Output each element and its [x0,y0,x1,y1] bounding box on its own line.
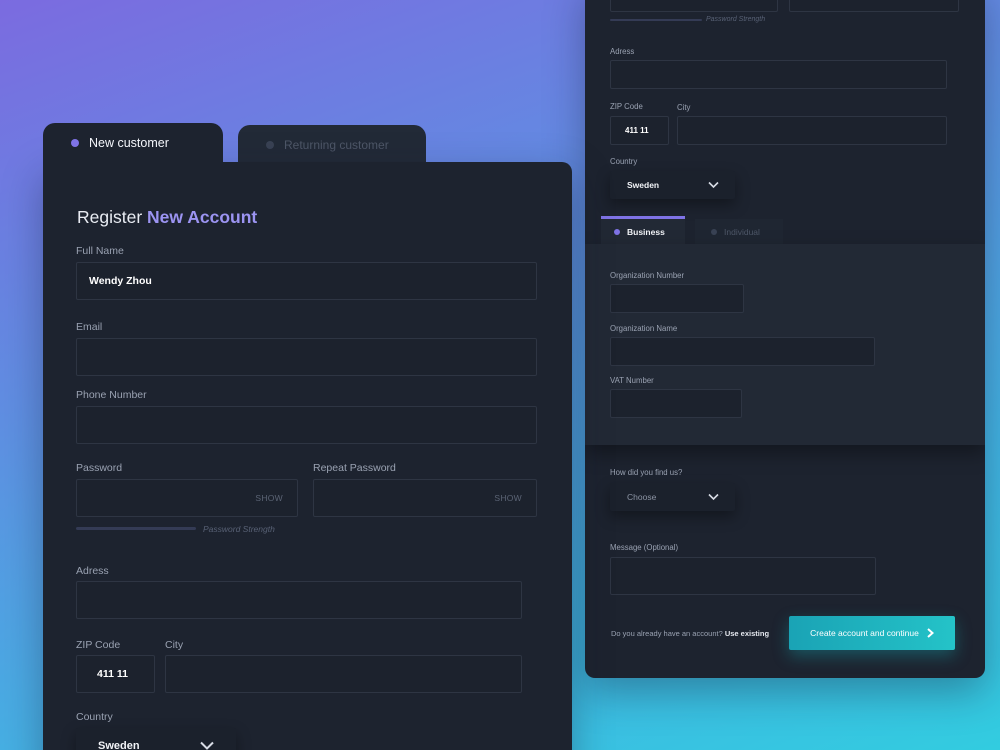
phone-input[interactable] [76,406,537,444]
tab-indicator-dot [614,228,620,235]
repeat-password-label: Repeat Password [313,462,396,474]
zip-value: 411 11 [97,668,128,680]
find-us-select[interactable]: Choose [610,483,735,511]
password-strength-label: Password Strength [203,524,275,534]
repeat-password-input[interactable]: SHOW [313,479,537,517]
create-account-label: Create account and continue [810,628,919,638]
address-label: Adress [76,565,109,577]
zip-input[interactable]: 411 11 [610,116,669,145]
tab-new-customer[interactable]: New customer [43,123,223,183]
password-strength-label: Password Strength [706,16,766,23]
chevron-down-icon [708,181,719,189]
password-strength-bar [610,19,702,21]
org-number-label: Organization Number [610,271,685,280]
country-select[interactable]: Sweden [76,728,236,750]
tab-business-label: Business [627,226,665,237]
vat-label: VAT Number [610,376,654,385]
tab-business[interactable]: Business [601,216,685,244]
tab-indicator-dot [266,141,274,149]
password-show-toggle[interactable]: SHOW [255,493,283,503]
city-label: City [165,639,184,651]
find-us-label: How did you find us? [610,468,683,477]
full-name-label: Full Name [76,245,124,257]
chevron-down-icon [200,741,214,750]
tab-indicator-dot [71,139,79,147]
chevron-right-icon [927,628,934,638]
password-label: Password [76,462,123,474]
country-label: Country [610,157,638,166]
message-label: Message (Optional) [610,543,679,552]
zip-input[interactable]: 411 11 [76,655,155,693]
continued-form-card: Password Strength Adress ZIP Code 411 11… [585,0,985,678]
title-prefix: Register [77,207,143,227]
password-strength-bar [76,527,196,530]
title-accent: New Account [147,207,258,227]
zip-value: 411 11 [625,126,649,135]
address-input[interactable] [76,581,522,619]
vat-input[interactable] [610,389,742,418]
tab-individual-label: Individual [724,226,760,237]
use-existing-link[interactable]: Use existing [725,629,769,638]
password-input[interactable] [610,0,778,12]
email-label: Email [76,321,103,333]
full-name-input[interactable]: Wendy Zhou [76,262,537,300]
city-label: City [677,103,691,112]
zip-label: ZIP Code [76,639,121,651]
tab-individual[interactable]: Individual [695,219,783,244]
repeat-password-show-toggle[interactable]: SHOW [494,493,522,503]
password-input[interactable]: SHOW [76,479,298,517]
tab-returning-customer-label: Returning customer [284,138,389,152]
country-select[interactable]: Sweden [610,171,735,199]
full-name-value: Wendy Zhou [89,275,152,287]
existing-account-prompt: Do you already have an account? Use exis… [611,629,769,638]
country-value: Sweden [627,180,660,190]
org-number-input[interactable] [610,284,744,313]
find-us-placeholder: Choose [627,492,657,502]
address-input[interactable] [610,60,947,89]
country-label: Country [76,711,113,723]
message-textarea[interactable] [610,557,876,595]
org-name-input[interactable] [610,337,875,366]
existing-account-text: Do you already have an account? [611,629,723,638]
tab-new-customer-label: New customer [89,136,169,150]
city-input[interactable] [677,116,947,145]
city-input[interactable] [165,655,522,693]
tab-indicator-dot [711,228,717,235]
phone-label: Phone Number [76,389,147,401]
address-label: Adress [610,47,635,56]
register-form-card: Register New Account Full Name Wendy Zho… [43,162,572,750]
repeat-password-input[interactable] [789,0,959,12]
zip-label: ZIP Code [610,102,643,111]
create-account-button[interactable]: Create account and continue [789,616,955,650]
page-title: Register New Account [77,207,257,228]
country-value: Sweden [98,740,140,750]
email-input[interactable] [76,338,537,376]
chevron-down-icon [708,493,719,501]
org-name-label: Organization Name [610,324,678,333]
